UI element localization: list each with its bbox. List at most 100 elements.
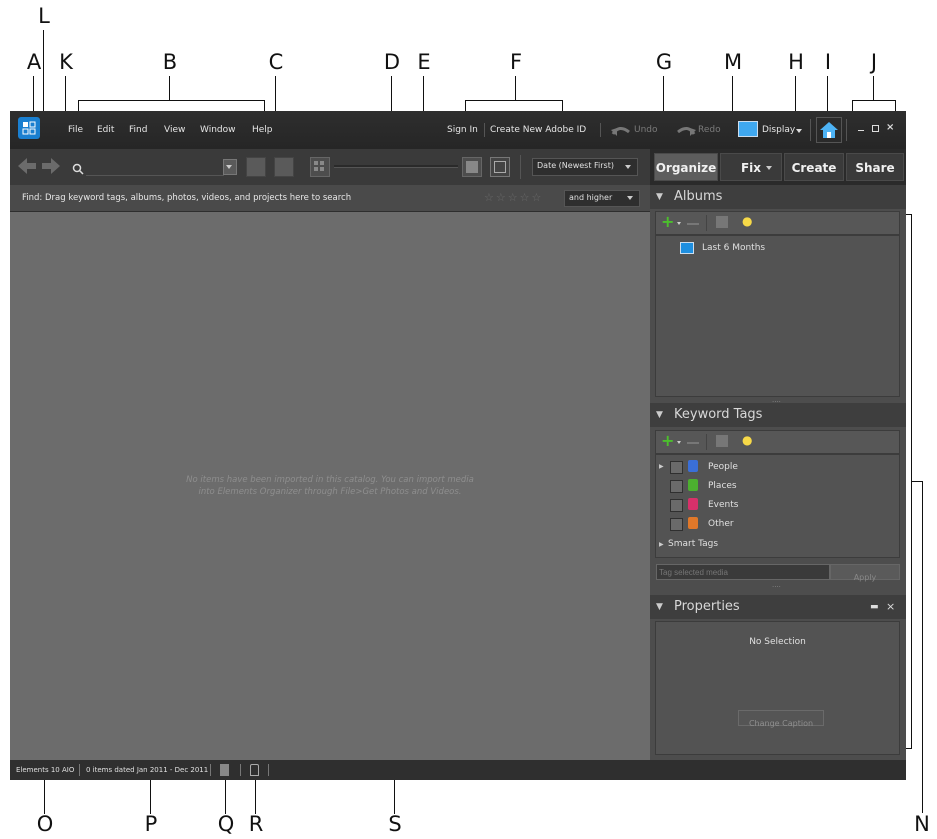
expand-triangle-icon[interactable]: ▶ xyxy=(659,541,664,548)
keyword-tags-header[interactable]: ▼ Keyword Tags xyxy=(650,403,906,427)
back-arrow-icon[interactable] xyxy=(18,158,36,178)
tab-share[interactable]: Share xyxy=(846,153,904,181)
tab-organize[interactable]: Organize xyxy=(654,153,718,181)
close-panel-icon[interactable]: × xyxy=(886,595,895,619)
toolbar-separator xyxy=(706,434,707,450)
leader-j-stem xyxy=(873,76,874,100)
callout-m: M xyxy=(723,50,743,74)
tag-checkbox-places[interactable] xyxy=(670,480,683,493)
properties-header[interactable]: ▼ Properties ▬ × xyxy=(650,595,906,619)
full-screen-icon[interactable] xyxy=(490,157,510,177)
menu-file[interactable]: File xyxy=(68,125,83,135)
menu-window[interactable]: Window xyxy=(200,125,236,135)
chevron-down-icon[interactable] xyxy=(677,222,681,225)
smart-tags-label[interactable]: Smart Tags xyxy=(668,539,718,549)
media-browser[interactable]: No items have been imported in this cata… xyxy=(10,212,650,760)
menu-help[interactable]: Help xyxy=(252,125,273,135)
tab-fix[interactable]: Fix xyxy=(720,153,782,181)
callout-e: E xyxy=(417,50,431,74)
items-dated-label: 0 items dated Jan 2011 - Dec 2011 xyxy=(86,766,209,774)
undo-icon[interactable] xyxy=(611,123,631,142)
edit-album-icon[interactable] xyxy=(716,216,728,228)
collapse-triangle-icon[interactable]: ▼ xyxy=(656,185,663,209)
version-label: Elements 10 AIO xyxy=(16,766,75,774)
menu-bar: File Edit Find View Window Help Sign In … xyxy=(10,111,906,149)
remove-tag-icon[interactable] xyxy=(687,442,699,444)
display-menu[interactable]: Display xyxy=(762,125,795,135)
events-tag-icon xyxy=(688,498,698,510)
sort-select[interactable]: Date (Newest First) xyxy=(532,158,638,176)
app-logo-icon[interactable] xyxy=(18,117,40,139)
large-thumbnail-icon[interactable] xyxy=(462,157,482,177)
search-dropdown-button[interactable] xyxy=(223,159,237,175)
tab-create[interactable]: Create xyxy=(784,153,844,181)
callout-f: F xyxy=(509,50,523,74)
tag-checkbox-other[interactable] xyxy=(670,518,683,531)
filmstrip-icon[interactable] xyxy=(220,764,229,776)
change-caption-button[interactable]: Change Caption xyxy=(738,710,824,728)
pin-icon[interactable]: ▬ xyxy=(870,595,879,619)
apply-button[interactable]: Apply xyxy=(830,564,900,582)
callout-j: J xyxy=(870,50,878,74)
keyword-tags-toolbar: + ● xyxy=(655,430,900,454)
leader-f-bracket xyxy=(465,100,563,101)
view-toggle-icon[interactable] xyxy=(246,157,266,177)
callout-s: S xyxy=(388,812,402,836)
menu-edit[interactable]: Edit xyxy=(97,125,114,135)
search-input[interactable] xyxy=(86,159,224,176)
other-tag-icon xyxy=(688,517,698,529)
star-icon[interactable]: ☆ xyxy=(532,191,544,204)
menu-find[interactable]: Find xyxy=(129,125,147,135)
tag-selected-media-input[interactable] xyxy=(656,564,830,580)
callout-o: O xyxy=(36,812,54,836)
collapse-triangle-icon[interactable]: ▼ xyxy=(656,403,663,427)
star-icon[interactable]: ☆ xyxy=(520,191,532,204)
sign-in-link[interactable]: Sign In xyxy=(447,125,478,135)
star-icon[interactable]: ☆ xyxy=(508,191,520,204)
create-adobe-id-link[interactable]: Create New Adobe ID xyxy=(490,125,586,135)
lightbulb-icon[interactable]: ● xyxy=(742,433,752,447)
lightbulb-icon[interactable]: ● xyxy=(742,214,752,228)
empty-message-line-2: into Elements Organizer through File>Get… xyxy=(198,487,462,497)
redo-icon[interactable] xyxy=(676,123,696,142)
toolbar-separator xyxy=(520,155,521,179)
small-thumbnail-icon[interactable] xyxy=(310,157,330,177)
collapse-triangle-icon[interactable]: ▼ xyxy=(656,595,663,619)
restore-icon[interactable] xyxy=(872,125,879,132)
remove-album-icon[interactable] xyxy=(687,223,699,225)
albums-header[interactable]: ▼ Albums xyxy=(650,185,906,209)
notification-icon[interactable] xyxy=(250,764,259,776)
right-panel: ▼ Albums + ● Last 6 Months .... ▼ Keywor… xyxy=(650,185,906,760)
add-album-icon[interactable]: + xyxy=(661,212,674,231)
forward-arrow-icon[interactable] xyxy=(42,158,60,178)
display-monitor-icon[interactable] xyxy=(738,121,758,137)
chevron-down-icon[interactable] xyxy=(677,441,681,444)
minimize-icon[interactable] xyxy=(858,130,864,131)
menu-view[interactable]: View xyxy=(164,125,185,135)
rating-filter-select[interactable]: and higher xyxy=(564,190,640,207)
star-rating[interactable]: ☆☆☆☆☆ xyxy=(484,191,543,204)
display-dropdown-arrow-icon[interactable] xyxy=(796,129,802,133)
close-icon[interactable]: × xyxy=(886,122,894,133)
add-tag-icon[interactable]: + xyxy=(661,431,674,450)
star-icon[interactable]: ☆ xyxy=(496,191,508,204)
rating-filter-value: and higher xyxy=(569,193,613,202)
panel-resize-grip[interactable]: .... xyxy=(772,581,781,589)
undo-label[interactable]: Undo xyxy=(634,125,658,135)
redo-label[interactable]: Redo xyxy=(698,125,721,135)
thumbnail-size-slider[interactable] xyxy=(334,165,458,168)
star-icon[interactable]: ☆ xyxy=(484,191,496,204)
places-tag-icon xyxy=(688,479,698,491)
albums-list: Last 6 Months xyxy=(655,235,900,397)
chevron-down-icon xyxy=(627,196,633,200)
expand-triangle-icon[interactable]: ▶ xyxy=(659,463,664,470)
people-tag-icon xyxy=(688,460,698,472)
search-icon xyxy=(72,160,84,179)
edit-tag-icon[interactable] xyxy=(716,435,728,447)
tag-checkbox-people[interactable] xyxy=(670,461,683,474)
view-toggle-icon-2[interactable] xyxy=(274,157,294,177)
home-icon[interactable] xyxy=(816,117,842,143)
tag-checkbox-events[interactable] xyxy=(670,499,683,512)
find-bar[interactable]: Find: Drag keyword tags, albums, photos,… xyxy=(10,185,650,212)
toolbar: Date (Newest First) xyxy=(10,149,650,186)
